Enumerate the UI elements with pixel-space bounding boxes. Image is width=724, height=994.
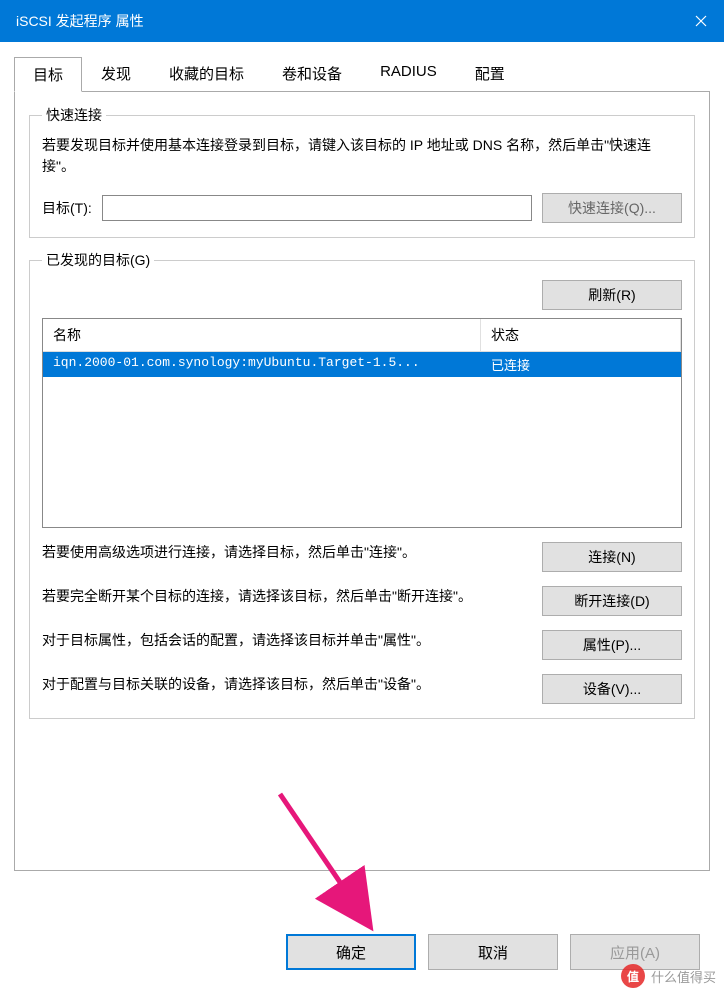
watermark-logo: 值 [621,964,645,988]
action-devices-row: 对于配置与目标关联的设备，请选择该目标，然后单击"设备"。 设备(V)... [42,674,682,704]
tab-favorites[interactable]: 收藏的目标 [150,56,263,91]
window-title: iSCSI 发起程序 属性 [16,11,144,31]
tab-panel-targets: 快速连接 若要发现目标并使用基本连接登录到目标，请键入该目标的 IP 地址或 D… [14,91,710,871]
titlebar: iSCSI 发起程序 属性 [0,0,724,42]
col-name[interactable]: 名称 [43,319,481,351]
tab-targets[interactable]: 目标 [14,57,82,92]
discovered-legend: 已发现的目标(G) [42,250,154,270]
tab-discovery[interactable]: 发现 [82,56,150,91]
tab-volumes[interactable]: 卷和设备 [263,56,361,91]
watermark: 值 什么值得买 [621,964,716,988]
action-disconnect-row: 若要完全断开某个目标的连接，请选择该目标，然后单击"断开连接"。 断开连接(D) [42,586,682,616]
quick-connect-legend: 快速连接 [42,105,106,125]
watermark-text: 什么值得买 [651,967,716,986]
disconnect-button[interactable]: 断开连接(D) [542,586,682,616]
ok-button[interactable]: 确定 [286,934,416,970]
target-label: 目标(T): [42,198,92,218]
action-connect-text: 若要使用高级选项进行连接，请选择目标，然后单击"连接"。 [42,542,526,563]
cell-status: 已连接 [481,352,681,377]
list-header: 名称 状态 [43,319,681,352]
dialog-content: 目标 发现 收藏的目标 卷和设备 RADIUS 配置 快速连接 若要发现目标并使… [0,42,724,871]
target-list[interactable]: 名称 状态 iqn.2000-01.com.synology:myUbuntu.… [42,318,682,528]
quick-connect-group: 快速连接 若要发现目标并使用基本连接登录到目标，请键入该目标的 IP 地址或 D… [29,105,695,238]
cancel-button[interactable]: 取消 [428,934,558,970]
tab-bar: 目标 发现 收藏的目标 卷和设备 RADIUS 配置 [14,56,710,92]
connect-button[interactable]: 连接(N) [542,542,682,572]
action-properties-row: 对于目标属性，包括会话的配置，请选择该目标并单击"属性"。 属性(P)... [42,630,682,660]
action-properties-text: 对于目标属性，包括会话的配置，请选择该目标并单击"属性"。 [42,630,526,651]
discovered-targets-group: 已发现的目标(G) 刷新(R) 名称 状态 iqn.2000-01.com.sy… [29,250,695,719]
action-connect-row: 若要使用高级选项进行连接，请选择目标，然后单击"连接"。 连接(N) [42,542,682,572]
col-status[interactable]: 状态 [481,319,681,351]
close-icon [695,15,707,27]
table-row[interactable]: iqn.2000-01.com.synology:myUbuntu.Target… [43,352,681,377]
tab-radius[interactable]: RADIUS [361,56,456,91]
quick-connect-desc: 若要发现目标并使用基本连接登录到目标，请键入该目标的 IP 地址或 DNS 名称… [42,135,682,177]
quick-connect-button[interactable]: 快速连接(Q)... [542,193,682,223]
target-input[interactable] [102,195,532,221]
properties-button[interactable]: 属性(P)... [542,630,682,660]
close-button[interactable] [678,0,724,42]
cell-name: iqn.2000-01.com.synology:myUbuntu.Target… [43,352,481,377]
tab-config[interactable]: 配置 [456,56,524,91]
action-disconnect-text: 若要完全断开某个目标的连接，请选择该目标，然后单击"断开连接"。 [42,586,526,607]
refresh-button[interactable]: 刷新(R) [542,280,682,310]
action-devices-text: 对于配置与目标关联的设备，请选择该目标，然后单击"设备"。 [42,674,526,695]
devices-button[interactable]: 设备(V)... [542,674,682,704]
